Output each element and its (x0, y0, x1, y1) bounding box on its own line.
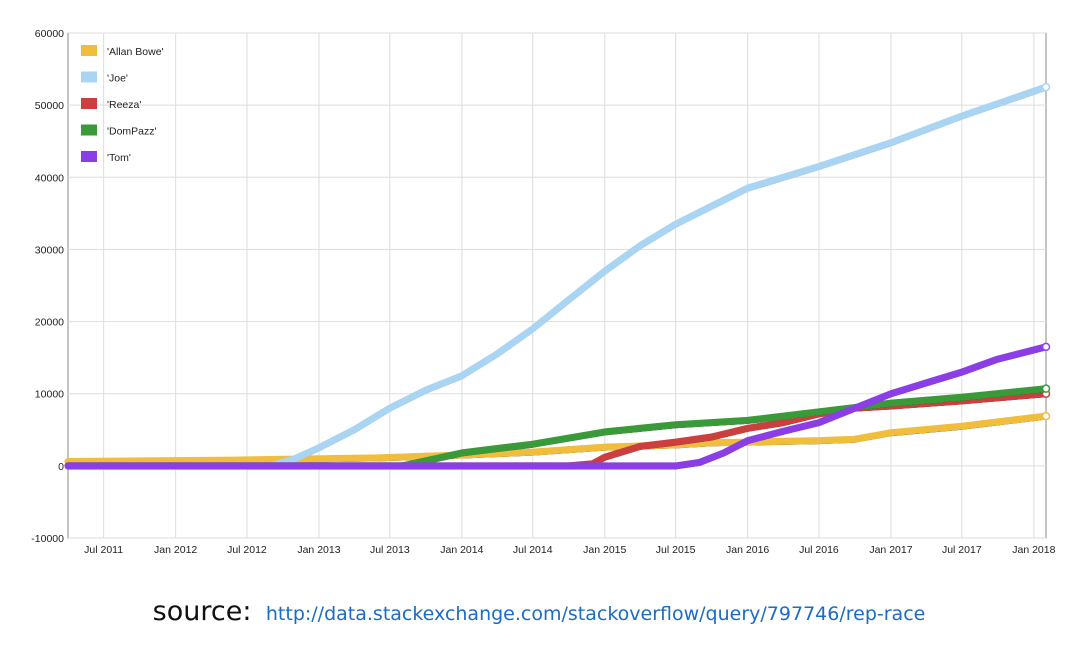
source-link[interactable]: http://data.stackexchange.com/stackoverf… (266, 603, 925, 625)
legend-swatch (81, 124, 97, 136)
legend-label: 'Reeza' (107, 99, 141, 111)
y-axis-tick-labels: -10000 0 10000 20000 30000 40000 50000 60000 (31, 28, 64, 545)
chart-container: -10000 0 10000 20000 30000 40000 50000 60000 Ju… (0, 0, 1078, 570)
legend-label: 'Joe' (107, 73, 128, 85)
legend-swatch (81, 71, 97, 83)
series-end-point (1041, 411, 1051, 421)
y-tick-label: 60000 (35, 28, 64, 40)
x-tick-label: Jul 2012 (227, 544, 267, 556)
x-tick-label: Jan 2017 (869, 544, 912, 556)
x-tick-label: Jan 2016 (726, 544, 769, 556)
y-tick-label: 10000 (35, 389, 64, 401)
y-tick-label: 20000 (35, 317, 64, 329)
y-tick-label: -10000 (31, 533, 64, 545)
x-tick-label: Jul 2015 (656, 544, 696, 556)
x-tick-label: Jul 2017 (942, 544, 982, 556)
y-tick-label: 40000 (35, 172, 64, 184)
series-end-point (1041, 82, 1051, 92)
y-tick-label: 50000 (35, 100, 64, 112)
rep-race-line-chart: -10000 0 10000 20000 30000 40000 50000 60000 Ju… (31, 28, 1055, 556)
legend-swatch (81, 45, 97, 56)
source-label: source: (152, 596, 252, 627)
x-tick-label: Jul 2011 (84, 544, 123, 556)
x-tick-label: Jan 2015 (583, 544, 626, 556)
y-tick-label: 0 (58, 461, 64, 473)
x-tick-label: Jul 2014 (513, 544, 553, 556)
legend-label: 'Allan Bowe' (107, 46, 164, 58)
x-tick-label: Jan 2018 (1012, 544, 1055, 556)
x-tick-label: Jan 2012 (154, 544, 197, 556)
y-tick-label: 30000 (35, 244, 64, 256)
legend-swatch (81, 98, 97, 109)
legend-swatch (81, 151, 97, 162)
x-tick-label: Jan 2013 (297, 544, 340, 556)
legend-label: 'Tom' (107, 152, 131, 164)
x-tick-label: Jan 2014 (440, 544, 483, 556)
series-end-point (1041, 342, 1051, 352)
series-end-point (1041, 384, 1051, 393)
x-axis-tick-labels: Jul 2011 Jan 2012 Jul 2012 Jan 2013 Jul 2013… (84, 544, 1055, 556)
source-line: source: http://data.stackexchange.com/st… (0, 596, 1078, 627)
legend-label: 'DomPazz' (107, 126, 157, 138)
x-tick-label: Jul 2013 (370, 544, 410, 556)
x-tick-label: Jul 2016 (799, 544, 839, 556)
